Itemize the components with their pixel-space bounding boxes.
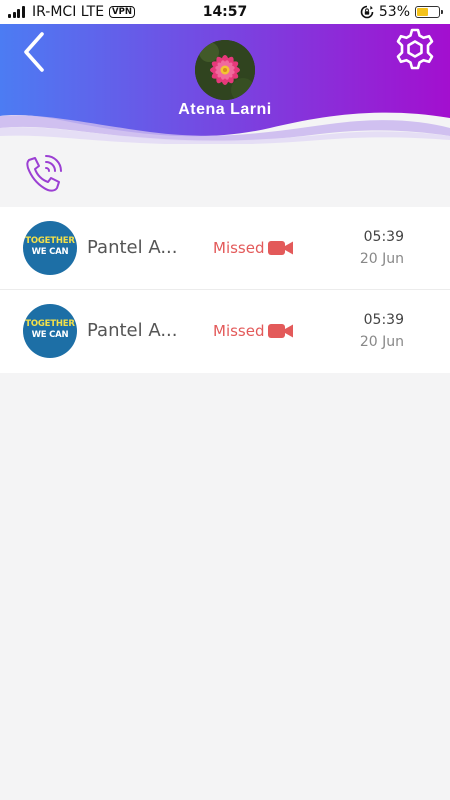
avatar-text-line1: TOGETHER xyxy=(25,236,75,246)
call-row[interactable]: TOGETHER WE CAN Pantel A... Missed 05:39… xyxy=(0,290,450,373)
caller-name: Pantel A... xyxy=(87,320,178,341)
call-log-list: TOGETHER WE CAN Pantel A... Missed 05:39… xyxy=(0,207,450,373)
battery-icon xyxy=(415,6,443,18)
profile-header: Atena Larni xyxy=(0,24,450,144)
wifi-calling-icon xyxy=(26,155,62,192)
status-bar: IR-MCI LTE VPN 14:57 53% xyxy=(0,0,450,24)
wifi-calling-filter-button[interactable] xyxy=(22,152,66,196)
video-camera-icon xyxy=(268,241,293,255)
avatar-flower-image xyxy=(195,40,255,100)
call-time: 05:39 xyxy=(363,312,404,328)
status-right: 53% xyxy=(360,4,443,20)
back-icon xyxy=(24,32,44,72)
call-time: 05:39 xyxy=(363,229,404,245)
caller-avatar: TOGETHER WE CAN xyxy=(23,221,77,275)
call-row[interactable]: TOGETHER WE CAN Pantel A... Missed 05:39… xyxy=(0,207,450,290)
contact-avatar[interactable] xyxy=(195,40,255,100)
call-status: Missed xyxy=(213,322,265,340)
avatar-text-line2: WE CAN xyxy=(31,247,69,257)
back-button[interactable] xyxy=(18,30,52,74)
avatar-text-line2: WE CAN xyxy=(31,330,69,340)
battery-percent: 53% xyxy=(378,4,410,20)
call-status: Missed xyxy=(213,239,265,257)
avatar-text-line1: TOGETHER xyxy=(25,319,75,329)
contact-name: Atena Larni xyxy=(178,101,272,118)
settings-button[interactable] xyxy=(392,26,438,72)
caller-name: Pantel A... xyxy=(87,237,178,258)
settings-icon xyxy=(396,28,434,70)
caller-avatar: TOGETHER WE CAN xyxy=(23,304,77,358)
call-date: 20 Jun xyxy=(359,334,404,350)
call-date: 20 Jun xyxy=(359,251,404,267)
rotation-lock-icon xyxy=(360,5,374,19)
battery-level xyxy=(417,8,429,16)
video-camera-icon xyxy=(268,324,293,338)
